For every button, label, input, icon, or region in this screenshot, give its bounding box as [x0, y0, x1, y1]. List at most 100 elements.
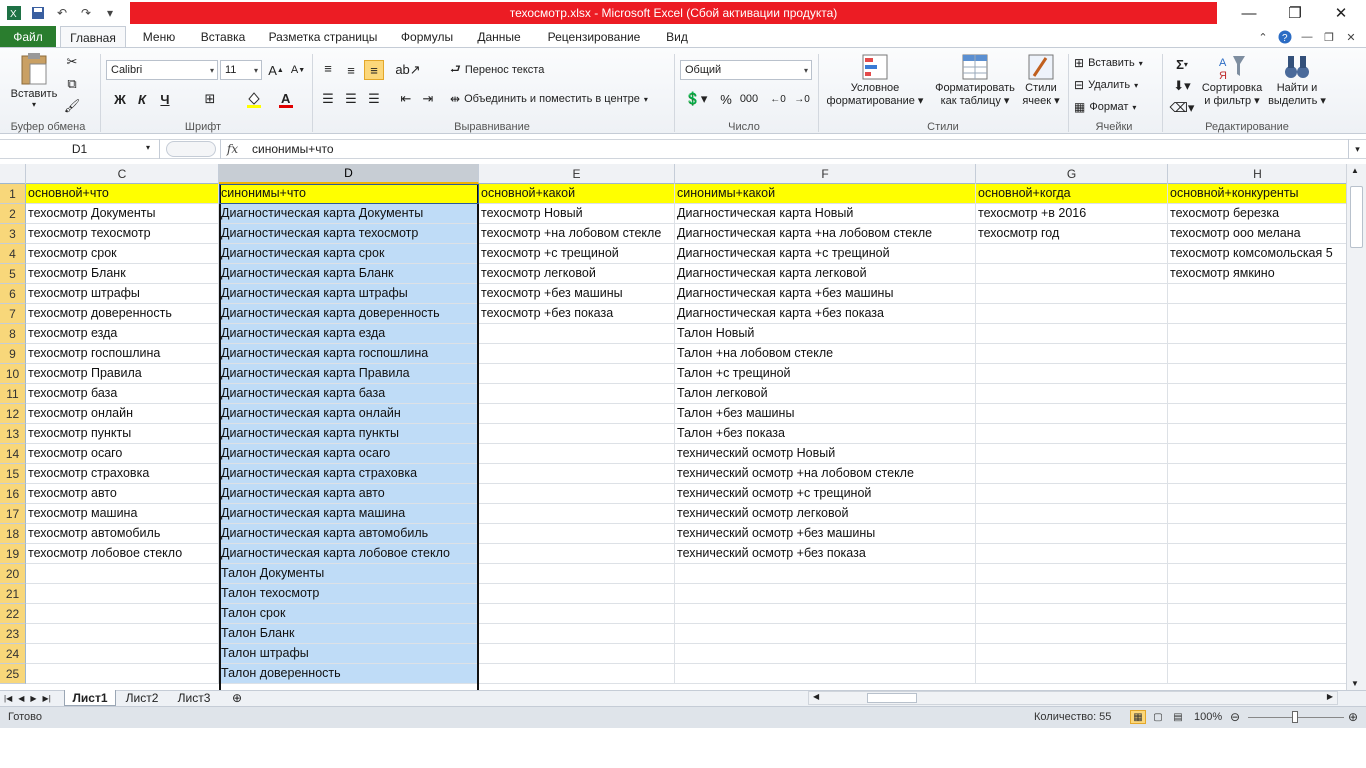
cell-f3[interactable]: Диагностическая карта +на лобовом стекле [675, 224, 976, 244]
cell-d2[interactable]: Диагностическая карта Документы [219, 204, 479, 224]
sheet-tab-1[interactable]: Лист1 [64, 690, 116, 706]
row-header[interactable]: 11 [0, 384, 26, 404]
row-header[interactable]: 22 [0, 604, 26, 624]
borders-icon[interactable]: ⊞ [200, 89, 220, 109]
next-sheet-icon[interactable]: ▶ [30, 694, 36, 703]
cell-c1[interactable]: основной+что [26, 184, 219, 204]
paste-button[interactable]: Вставить ▾ [8, 52, 60, 114]
format-as-table-button[interactable]: Форматировать как таблицу ▾ [930, 52, 1020, 118]
number-format-combo[interactable]: Общий ▾ [680, 60, 812, 80]
row-header[interactable]: 17 [0, 504, 26, 524]
row-header[interactable]: 8 [0, 324, 26, 344]
grow-font-icon[interactable]: A ▲ [266, 60, 286, 80]
autosum-button[interactable]: Σ ▾ [1168, 54, 1196, 74]
row-header[interactable]: 25 [0, 664, 26, 684]
cell-h3[interactable]: техосмотр ооо мелана [1168, 224, 1346, 244]
cell-e7[interactable]: техосмотр +без показа [479, 304, 675, 324]
vertical-scroll-thumb[interactable] [1350, 186, 1363, 248]
fill-color-icon[interactable] [244, 89, 264, 109]
cell-f7[interactable]: Диагностическая карта +без показа [675, 304, 976, 324]
row-header[interactable]: 14 [0, 444, 26, 464]
column-header-h[interactable]: H [1168, 164, 1346, 184]
cell-g8[interactable] [976, 324, 1168, 344]
cell-h10[interactable] [1168, 364, 1346, 384]
cell-h15[interactable] [1168, 464, 1346, 484]
cell-f10[interactable]: Талон +с трещиной [675, 364, 976, 384]
find-select-button[interactable]: Найти и выделить ▾ [1266, 52, 1328, 118]
scroll-down-icon[interactable]: ▼ [1351, 679, 1359, 688]
cell-g1[interactable]: основной+когда [976, 184, 1168, 204]
cell-g10[interactable] [976, 364, 1168, 384]
cell-c5[interactable]: техосмотр Бланк [26, 264, 219, 284]
bold-button[interactable]: Ж [110, 89, 130, 109]
tab-view[interactable]: Вид [660, 26, 694, 48]
insert-function-button[interactable]: fx [220, 139, 244, 159]
customize-qat-icon[interactable]: ▾ [100, 3, 120, 23]
cell-c16[interactable]: техосмотр авто [26, 484, 219, 504]
cell-d12[interactable]: Диагностическая карта онлайн [219, 404, 479, 424]
cell-g19[interactable] [976, 544, 1168, 564]
cell-e1[interactable]: основной+какой [479, 184, 675, 204]
cell-g22[interactable] [976, 604, 1168, 624]
row-header[interactable]: 12 [0, 404, 26, 424]
cell-f24[interactable] [675, 644, 976, 664]
increase-decimal-icon[interactable]: ←0 [768, 89, 788, 109]
cell-h25[interactable] [1168, 664, 1346, 684]
align-center-icon[interactable]: ☰ [341, 89, 361, 109]
italic-button[interactable]: К [132, 89, 152, 109]
cell-d21[interactable]: Талон техосмотр [219, 584, 479, 604]
cell-e17[interactable] [479, 504, 675, 524]
cell-styles-button[interactable]: Стили ячеек ▾ [1018, 52, 1064, 118]
align-left-icon[interactable]: ☰ [318, 89, 338, 109]
row-header[interactable]: 16 [0, 484, 26, 504]
cell-c11[interactable]: техосмотр база [26, 384, 219, 404]
column-header-c[interactable]: C [26, 164, 219, 184]
cell-e8[interactable] [479, 324, 675, 344]
cell-c19[interactable]: техосмотр лобовое стекло [26, 544, 219, 564]
cell-h14[interactable] [1168, 444, 1346, 464]
sort-filter-button[interactable]: АЯ Сортировка и фильтр ▾ [1198, 52, 1266, 118]
cell-g11[interactable] [976, 384, 1168, 404]
clear-icon[interactable]: ⌫▾ [1168, 98, 1196, 118]
cell-c12[interactable]: техосмотр онлайн [26, 404, 219, 424]
cell-g18[interactable] [976, 524, 1168, 544]
cell-e12[interactable] [479, 404, 675, 424]
cell-f13[interactable]: Талон +без показа [675, 424, 976, 444]
cell-c25[interactable] [26, 664, 219, 684]
conditional-formatting-button[interactable]: Условное форматирование ▾ [822, 52, 928, 118]
cell-h20[interactable] [1168, 564, 1346, 584]
vertical-scrollbar[interactable]: ▲ ▼ [1346, 164, 1366, 690]
cell-h6[interactable] [1168, 284, 1346, 304]
formula-input[interactable]: синонимы+что [252, 139, 334, 159]
cell-d6[interactable]: Диагностическая карта штрафы [219, 284, 479, 304]
cell-f2[interactable]: Диагностическая карта Новый [675, 204, 976, 224]
cell-f11[interactable]: Талон легковой [675, 384, 976, 404]
row-header[interactable]: 5 [0, 264, 26, 284]
cell-e16[interactable] [479, 484, 675, 504]
cell-c20[interactable] [26, 564, 219, 584]
cell-f12[interactable]: Талон +без машины [675, 404, 976, 424]
cell-h23[interactable] [1168, 624, 1346, 644]
font-name-combo[interactable]: Calibri ▾ [106, 60, 218, 80]
cell-h1[interactable]: основной+конкуренты [1168, 184, 1346, 204]
scroll-left-icon[interactable]: ◀ [813, 692, 819, 701]
cell-h16[interactable] [1168, 484, 1346, 504]
zoom-out-icon[interactable]: ⊖ [1230, 710, 1240, 724]
row-header[interactable]: 15 [0, 464, 26, 484]
column-header-e[interactable]: E [479, 164, 675, 184]
cell-d11[interactable]: Диагностическая карта база [219, 384, 479, 404]
column-header-d[interactable]: D [219, 164, 479, 184]
cell-f20[interactable] [675, 564, 976, 584]
cell-h18[interactable] [1168, 524, 1346, 544]
cell-d8[interactable]: Диагностическая карта езда [219, 324, 479, 344]
cell-e2[interactable]: техосмотр Новый [479, 204, 675, 224]
doc-minimize-icon[interactable]: — [1300, 30, 1314, 44]
insert-cells-button[interactable]: ⊞ Вставить ▾ [1074, 54, 1143, 72]
cell-d22[interactable]: Талон срок [219, 604, 479, 624]
cell-c21[interactable] [26, 584, 219, 604]
first-sheet-icon[interactable]: |◀ [4, 694, 12, 703]
cell-d10[interactable]: Диагностическая карта Правила [219, 364, 479, 384]
cell-c7[interactable]: техосмотр доверенность [26, 304, 219, 324]
cell-c17[interactable]: техосмотр машина [26, 504, 219, 524]
align-right-icon[interactable]: ☰ [364, 89, 384, 109]
